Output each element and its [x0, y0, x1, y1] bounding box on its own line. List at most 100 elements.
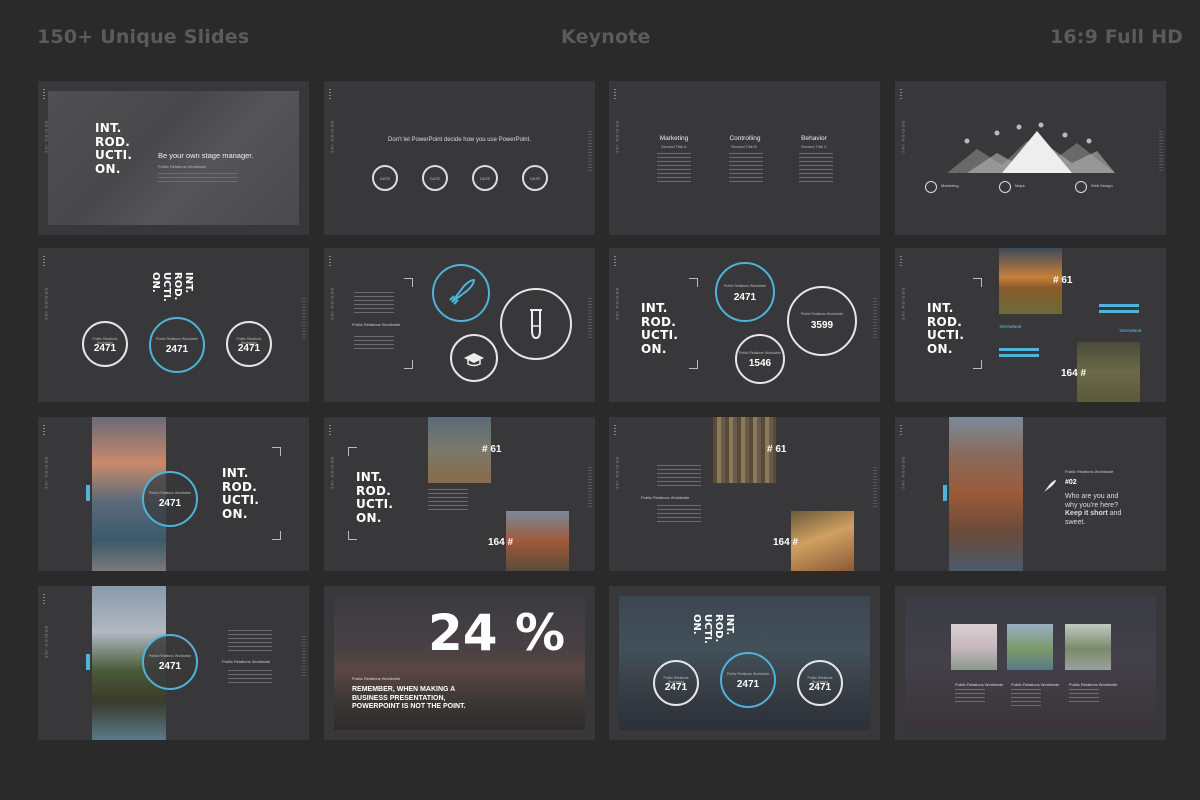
body-text	[354, 292, 394, 314]
side-label: DESIGN INC.	[901, 457, 906, 493]
side-label: DESIGN INC.	[615, 121, 620, 157]
canyon-photo	[949, 417, 1023, 571]
body-text	[657, 465, 701, 487]
slide-thumbnail-13[interactable]: DESIGN INC. Public Relations Worldwide 24…	[38, 586, 309, 740]
frame-corner	[973, 360, 982, 369]
slide-thumbnail-15[interactable]: INT. ROD. UCTI. ON. Public Relations Wor…	[609, 586, 880, 740]
accent-bar	[86, 485, 90, 501]
frame-corner	[348, 531, 357, 540]
autumn-road-photo	[791, 511, 854, 571]
slide-subheading: Public Relations Worldwide	[158, 164, 207, 169]
header-left-label: 150+ Unique Slides	[37, 26, 250, 48]
column-sub-2: Second Title B	[731, 144, 757, 149]
body-text	[657, 505, 701, 523]
side-label: DESIGN INC.	[615, 457, 620, 493]
nav-dots	[329, 425, 331, 435]
flask-icon	[500, 288, 572, 360]
slide-number: #02	[1065, 479, 1077, 486]
nav-dots	[43, 256, 45, 266]
slide-thumbnail-12[interactable]: DESIGN INC. Public Relations Worldwide #…	[895, 417, 1166, 571]
side-label: DESIGN INC.	[330, 288, 335, 324]
stat-circle-1: Public Relations Worldwide 2471	[715, 262, 775, 322]
column-sub-1: Second Title A	[661, 144, 687, 149]
label-2: TESTDRIVE	[1119, 328, 1142, 333]
nav-dots	[614, 89, 616, 99]
progress-bar	[1099, 310, 1139, 313]
photo-tag-1: # 61	[1053, 275, 1073, 286]
caption: Public Relations Worldwide	[352, 676, 401, 681]
rocket-icon	[1044, 480, 1056, 492]
timeline-ring-4: DATE	[522, 165, 548, 191]
intro-title: INT. ROD. UCTI. ON.	[95, 121, 133, 176]
intro-title-vertical: INT. ROD. UCTI. ON.	[691, 614, 735, 644]
nav-dots	[329, 256, 331, 266]
side-text	[1159, 131, 1163, 171]
side-label: DESIGN INC.	[44, 626, 49, 662]
side-text	[588, 467, 592, 507]
nav-dots	[43, 425, 45, 435]
side-label: DESIGN INC.	[44, 457, 49, 493]
accent-bar	[943, 485, 947, 501]
frame-corner	[272, 531, 281, 540]
question-text: Who are you and why you're here? Keep it…	[1065, 493, 1122, 526]
frame-corner	[689, 360, 698, 369]
side-text	[302, 298, 306, 338]
slide-thumbnail-16[interactable]: Public Relations Worldwide Public Relati…	[895, 586, 1166, 740]
nav-dots	[900, 89, 902, 99]
column-title-2: Controlling	[729, 135, 761, 142]
gallery-photo-2	[1007, 624, 1053, 670]
stat-circle-3: Public Relations Worldwide 2471	[797, 660, 843, 706]
column-title-1: Marketing	[659, 135, 689, 142]
timeline-ring-1: DATE	[372, 165, 398, 191]
slide-thumbnail-8[interactable]: DESIGN INC. INT. ROD. UCTI. ON. # 61 TES…	[895, 248, 1166, 402]
slide-thumbnail-14[interactable]: 24 % Public Relations Worldwide REMEMBER…	[324, 586, 595, 740]
progress-bar	[1099, 304, 1139, 307]
side-label: DESIGN INC.	[901, 121, 906, 157]
nav-dots	[43, 89, 45, 99]
side-label: DESIGN INC.	[330, 457, 335, 493]
slide-heading: Be your own stage manager.	[158, 151, 254, 160]
body-text	[428, 489, 468, 511]
slide-thumbnail-5[interactable]: DESIGN INC. INT. ROD. UCTI. ON. Public R…	[38, 248, 309, 402]
body-text	[228, 630, 272, 652]
slide-thumbnail-1[interactable]: DESIGN INC. INT. ROD. UCTI. ON. Be your …	[38, 81, 309, 235]
side-text	[873, 298, 877, 338]
slide-thumbnail-3[interactable]: DESIGN INC. Marketing Second Title A Con…	[609, 81, 880, 235]
item-label-2: Maps	[1015, 183, 1025, 188]
slide-thumbnail-4[interactable]: DESIGN INC. Marketing Maps Web Design	[895, 81, 1166, 235]
intro-title: INT. ROD. UCTI. ON.	[641, 301, 679, 356]
stat-circle-2: Public Relations Worldwide 2471	[149, 317, 205, 373]
slide-thumbnail-7[interactable]: DESIGN INC. INT. ROD. UCTI. ON. Public R…	[609, 248, 880, 402]
stat-circle-2: Public Relations Worldwide 3599	[787, 286, 857, 356]
slide-thumbnail-2[interactable]: DESIGN INC. Don't let PowerPoint decide …	[324, 81, 595, 235]
slide-thumbnail-10[interactable]: DESIGN INC. INT. ROD. UCTI. ON. # 61 164…	[324, 417, 595, 571]
column-text-3	[799, 153, 833, 185]
photo-tag-1: # 61	[767, 444, 787, 455]
side-text	[588, 298, 592, 338]
frame-corner	[272, 447, 281, 456]
item-label-1: Marketing	[941, 183, 959, 188]
progress-bar	[999, 354, 1039, 357]
gallery-caption-2: Public Relations Worldwide	[1011, 682, 1060, 687]
slide-thumbnail-9[interactable]: DESIGN INC. Public Relations Worldwide 24…	[38, 417, 309, 571]
body-text	[955, 689, 985, 703]
column-sub-3: Second Title C	[801, 144, 828, 149]
photo-tag-2: 164 #	[1061, 368, 1087, 379]
body-text	[1069, 689, 1099, 703]
photo-tag-2: 164 #	[488, 537, 514, 548]
header-right-label: 16:9 Full HD	[1050, 26, 1184, 48]
slide-thumbnail-11[interactable]: DESIGN INC. # 61 Public Relations Worldw…	[609, 417, 880, 571]
label-1: TESTDRIVE	[999, 324, 1022, 329]
nav-dots	[329, 89, 331, 99]
caption: Public Relations Worldwide	[1065, 469, 1114, 474]
timeline-ring-3: DATE	[472, 165, 498, 191]
side-label: DESIGN INC.	[44, 288, 49, 324]
nav-dots	[614, 425, 616, 435]
side-text	[873, 467, 877, 507]
marketing-icon	[925, 181, 937, 193]
nav-dots	[43, 594, 45, 604]
column-text-2	[729, 153, 763, 185]
photo-tag-2: 164 #	[773, 537, 799, 548]
slide-thumbnail-6[interactable]: DESIGN INC. Public Relations Worldwide	[324, 248, 595, 402]
item-label-3: Web Design	[1091, 183, 1113, 188]
